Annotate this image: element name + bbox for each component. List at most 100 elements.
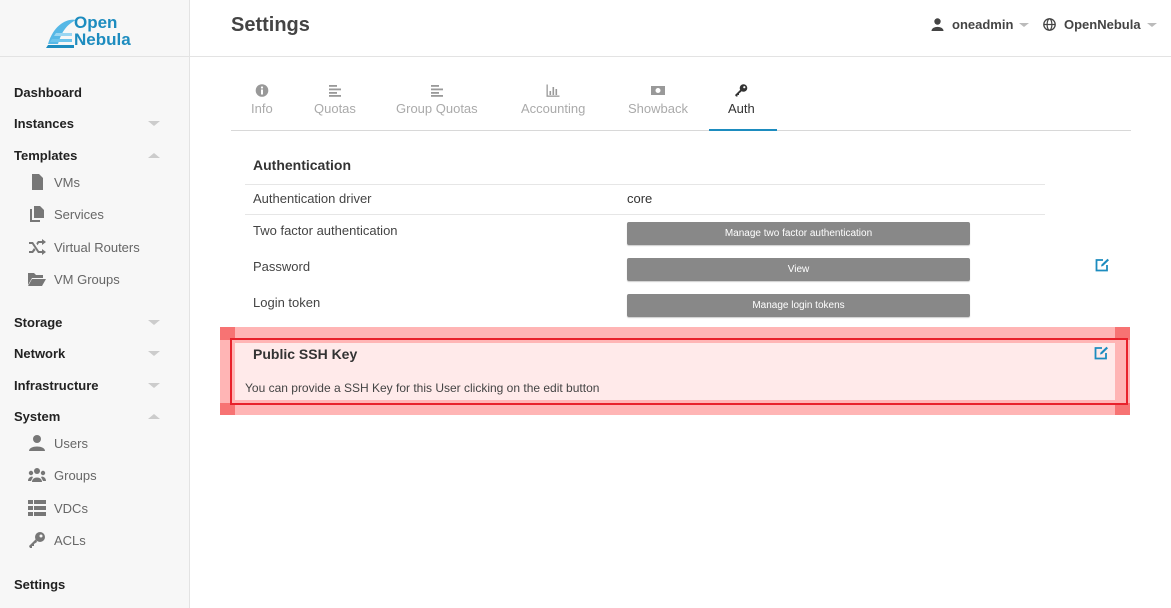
sidebar-item-infrastructure[interactable]: Infrastructure	[14, 378, 164, 393]
align-left-icon	[430, 85, 443, 97]
folder-open-icon	[28, 273, 46, 286]
tab-label: Accounting	[521, 101, 586, 116]
shuffle-icon	[29, 239, 46, 255]
sidebar-item-label: Instances	[14, 116, 74, 131]
sidebar-item-vdcs[interactable]: VDCs	[28, 500, 88, 516]
zone-name: OpenNebula	[1064, 17, 1141, 32]
active-tab-indicator	[709, 129, 777, 131]
view-password-button[interactable]: View	[627, 258, 970, 281]
sidebar-item-groups[interactable]: Groups	[28, 467, 97, 483]
opennebula-logo[interactable]: Open Nebula	[40, 12, 150, 52]
edit-ssh-key-icon[interactable]	[1094, 346, 1109, 360]
sidebar-item-label: VM Groups	[54, 271, 120, 287]
sidebar-item-label: ACLs	[54, 532, 86, 548]
user-icon	[29, 435, 45, 451]
highlight-corner	[1115, 327, 1130, 340]
sidebar: Open Nebula Dashboard Instances Template…	[0, 0, 190, 608]
edit-password-icon[interactable]	[1095, 258, 1110, 272]
sidebar-item-label: Users	[54, 435, 88, 451]
tab-label: Group Quotas	[396, 101, 478, 116]
sidebar-item-label: Storage	[14, 315, 63, 330]
sidebar-item-label: Dashboard	[14, 85, 82, 100]
zone-menu[interactable]: OpenNebula	[1043, 17, 1157, 32]
tab-auth[interactable]: Auth	[728, 84, 755, 116]
sidebar-item-system[interactable]: System	[14, 409, 164, 424]
highlight-corner	[220, 327, 235, 340]
chevron-up-icon	[148, 414, 160, 419]
tab-label: Showback	[628, 101, 688, 116]
logo-line-nebula: Nebula	[74, 30, 131, 49]
sidebar-item-label: Services	[54, 206, 104, 222]
manage-two-factor-button[interactable]: Manage two factor authentication	[627, 222, 970, 245]
chevron-down-icon	[1146, 22, 1157, 27]
globe-icon	[1043, 18, 1056, 31]
sidebar-item-users[interactable]: Users	[28, 435, 88, 451]
sidebar-item-label: System	[14, 409, 61, 424]
files-icon	[30, 206, 44, 222]
tab-label: Info	[251, 101, 273, 116]
chevron-down-icon	[148, 320, 160, 325]
two-factor-label: Two factor authentication	[253, 223, 398, 238]
ssh-key-title: Public SSH Key	[253, 346, 358, 362]
th-list-icon	[28, 500, 46, 516]
sidebar-item-acls[interactable]: ACLs	[28, 532, 86, 548]
key-icon	[29, 532, 45, 548]
tab-group-quotas[interactable]: Group Quotas	[396, 84, 478, 116]
sidebar-item-vm-groups[interactable]: VM Groups	[28, 271, 120, 287]
sidebar-item-settings[interactable]: Settings	[14, 577, 164, 592]
sidebar-item-label: Settings	[14, 577, 66, 592]
chevron-down-icon	[148, 383, 160, 388]
sidebar-item-storage[interactable]: Storage	[14, 315, 164, 330]
user-name: oneadmin	[952, 17, 1014, 32]
auth-driver-value: core	[627, 191, 653, 206]
sidebar-item-virtual-routers[interactable]: Virtual Routers	[28, 239, 140, 255]
sidebar-item-label: VDCs	[54, 500, 88, 516]
logo-text: Open Nebula	[74, 14, 131, 48]
user-icon	[931, 18, 944, 31]
highlight-corner	[1115, 403, 1130, 415]
page-title: Settings	[231, 14, 310, 36]
password-label: Password	[253, 259, 311, 274]
tab-label: Quotas	[314, 101, 356, 116]
sidebar-item-label: Virtual Routers	[54, 239, 140, 255]
sidebar-item-vms[interactable]: VMs	[28, 174, 80, 190]
highlight-region	[220, 327, 1130, 415]
file-icon	[32, 174, 43, 190]
chevron-down-icon	[148, 121, 160, 126]
align-left-icon	[328, 85, 341, 97]
sidebar-item-label: VMs	[54, 174, 80, 190]
sidebar-item-templates[interactable]: Templates	[14, 148, 164, 163]
opennebula-logo-icon	[46, 19, 76, 48]
bar-chart-icon	[546, 84, 560, 97]
sidebar-item-dashboard[interactable]: Dashboard	[14, 85, 164, 100]
user-menu[interactable]: oneadmin	[931, 17, 1030, 32]
sidebar-divider	[0, 56, 190, 57]
sidebar-item-label: Templates	[14, 148, 78, 163]
info-circle-icon	[255, 84, 269, 97]
settings-tabs: Info Quotas Group Quotas Accounting Show…	[231, 84, 1131, 131]
sidebar-item-network[interactable]: Network	[14, 346, 164, 361]
chevron-down-icon	[1019, 22, 1030, 27]
key-icon	[735, 84, 748, 97]
sidebar-item-label: Network	[14, 346, 66, 361]
tab-info[interactable]: Info	[251, 84, 273, 116]
sidebar-item-label: Groups	[54, 467, 97, 483]
chevron-up-icon	[148, 153, 160, 158]
sidebar-item-instances[interactable]: Instances	[14, 116, 164, 131]
tab-quotas[interactable]: Quotas	[314, 84, 356, 116]
ssh-key-description: You can provide a SSH Key for this User …	[245, 381, 600, 395]
chevron-down-icon	[148, 351, 160, 356]
table-divider	[245, 214, 1045, 215]
money-icon	[650, 86, 665, 95]
table-divider	[245, 184, 1045, 185]
tab-showback[interactable]: Showback	[628, 84, 688, 116]
authentication-title: Authentication	[253, 157, 351, 173]
sidebar-item-services[interactable]: Services	[28, 206, 104, 222]
manage-login-tokens-button[interactable]: Manage login tokens	[627, 294, 970, 317]
highlight-corner	[220, 403, 235, 415]
logo-line-open: Open	[74, 13, 118, 32]
tab-accounting[interactable]: Accounting	[521, 84, 585, 116]
tab-label: Auth	[728, 101, 755, 116]
top-header: Settings oneadmin OpenNebula	[190, 0, 1171, 57]
login-token-label: Login token	[253, 295, 321, 310]
